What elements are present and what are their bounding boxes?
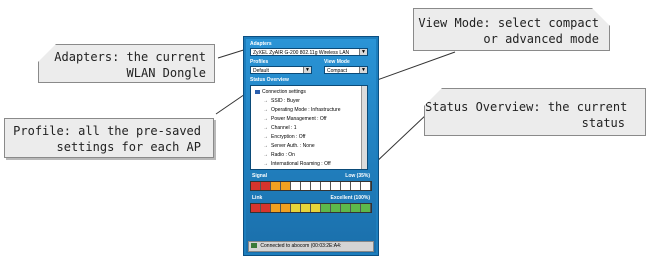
profile-callout-line2: settings for each AP [56, 140, 202, 154]
tree-item: → SSID : Buyer [263, 98, 300, 105]
tree-item: → Radio : On [263, 152, 295, 159]
profiles-label: Profiles [250, 59, 269, 65]
adapters-label: Adapters [250, 41, 272, 47]
signal-label: Signal [252, 173, 268, 179]
chevron-down-icon[interactable]: ▼ [359, 49, 367, 55]
view-mode-label: View Mode [324, 59, 350, 65]
network-icon [251, 243, 257, 249]
arrow-right-icon: → [263, 125, 268, 131]
tree-item: → Server Auth. : None [263, 143, 315, 150]
tree-item: → Power Management : Off [263, 116, 327, 123]
arrow-right-icon: → [263, 116, 268, 122]
status-overview-label: Status Overview [250, 77, 289, 83]
tree-item: → Channel : 1 [263, 125, 297, 132]
tree-root[interactable]: Connection settings [255, 89, 306, 96]
tree-item: → Encryption : Off [263, 134, 305, 141]
tree-item-label: Power Management : Off [271, 116, 327, 122]
tree-item-label: SSID : Buyer [271, 98, 300, 104]
arrow-right-icon: → [263, 107, 268, 113]
profile-callout-line1: Profile: all the pre-saved [13, 124, 201, 138]
wlan-utility-window: Adapters ZyXEL ZyAIR G-200 802.11g Wirel… [243, 36, 379, 256]
status-overview-tree[interactable]: Connection settings → SSID : Buyer → Opera… [250, 85, 368, 170]
adapter-select-value: ZyXEL ZyAIR G-200 802.11g Wireless LAN [253, 50, 350, 56]
chevron-down-icon[interactable]: ▼ [359, 67, 367, 73]
profile-select-value: Default [253, 68, 269, 74]
link-label: Link [252, 195, 263, 201]
tree-item-label: Encryption : Off [271, 134, 306, 140]
adapters-callout-line2: WLAN Dongle [126, 66, 206, 80]
tree-item-label: Operating Mode : Infrastructure [271, 107, 341, 113]
arrow-right-icon: → [263, 134, 268, 140]
view-mode-select[interactable]: Compact ▼ [324, 66, 368, 74]
profile-callout: Profile: all the pre-saved settings for … [4, 118, 214, 158]
status-overview-callout-line1: Status Overview: the current [425, 100, 628, 114]
profile-select[interactable]: Default ▼ [250, 66, 312, 74]
computer-icon [255, 89, 260, 94]
tree-scrollbar[interactable] [361, 86, 367, 169]
status-bar: Connected to abocom (00:03:2E:A4: [248, 241, 374, 252]
signal-value: Low (35%) [345, 173, 370, 179]
arrow-right-icon: → [263, 161, 268, 167]
tree-item: → International Roaming : Off [263, 161, 331, 168]
tree-item-label: Server Auth. : None [271, 143, 315, 149]
link-value: Excellent (100%) [330, 195, 370, 201]
status-overview-callout: Status Overview: the current status [424, 88, 646, 136]
view-mode-select-value: Compact [327, 68, 348, 74]
tree-item-label: Radio : On [271, 152, 295, 158]
tree-item: → Operating Mode : Infrastructure [263, 107, 340, 114]
adapter-select[interactable]: ZyXEL ZyAIR G-200 802.11g Wireless LAN ▼ [250, 48, 368, 56]
arrow-right-icon: → [263, 152, 268, 158]
chevron-down-icon[interactable]: ▼ [303, 67, 311, 73]
tree-item-label: Channel : 1 [271, 125, 297, 131]
link-meter [250, 203, 372, 213]
tree-root-label: Connection settings [262, 89, 306, 95]
status-overview-callout-line2: status [581, 116, 625, 130]
tree-item-label: International Roaming : Off [271, 161, 331, 167]
view-mode-leader-line [365, 51, 456, 85]
view-mode-callout-line2: or advanced mode [483, 32, 599, 46]
signal-meter [250, 181, 372, 191]
arrow-right-icon: → [263, 143, 268, 149]
adapters-callout: Adapters: the current WLAN Dongle [38, 44, 215, 83]
view-mode-callout-line1: View Mode: select compact [418, 16, 599, 30]
arrow-right-icon: → [263, 98, 268, 104]
view-mode-callout: View Mode: select compact or advanced mo… [413, 8, 610, 51]
status-overview-leader-line [372, 113, 428, 166]
status-bar-text: Connected to abocom (00:03:2E:A4: [260, 243, 342, 249]
adapters-callout-line1: Adapters: the current [54, 50, 206, 64]
